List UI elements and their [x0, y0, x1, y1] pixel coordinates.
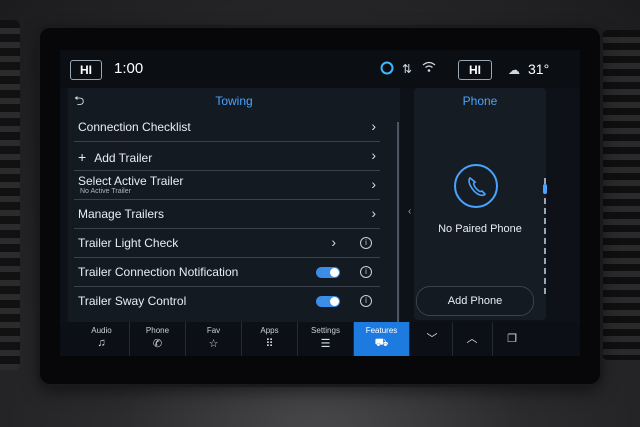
- status-bar: HI 1:00 ⇅ HI ☁ 31°: [60, 50, 580, 88]
- list-item-select-active-trailer[interactable]: Select Active Trailer No Active Trailer …: [74, 171, 380, 200]
- alexa-icon[interactable]: [380, 61, 394, 79]
- clock: 1:00: [114, 60, 144, 77]
- list-item-trailer-connection-notification: Trailer Connection Notification i: [74, 258, 380, 287]
- nav-label: Phone: [145, 326, 170, 335]
- sway-control-toggle[interactable]: [316, 296, 340, 307]
- list-item-add-trailer[interactable]: + Add Trailer ›: [74, 142, 380, 171]
- info-icon[interactable]: i: [360, 295, 372, 307]
- list-item-label: Trailer Connection Notification: [78, 265, 239, 279]
- list-item-label: Trailer Sway Control: [78, 294, 187, 308]
- info-icon[interactable]: i: [360, 237, 372, 249]
- nav-label: Audio: [91, 326, 112, 335]
- list-item-label: Manage Trailers: [78, 207, 165, 221]
- list-item-connection-checklist[interactable]: Connection Checklist ›: [74, 113, 380, 142]
- chevron-right-icon: ›: [371, 147, 376, 163]
- page-indicator: [544, 178, 546, 298]
- chevron-right-icon: ›: [371, 176, 376, 192]
- chevron-down-icon[interactable]: ﹀: [412, 322, 453, 356]
- music-note-icon: ♫: [97, 337, 106, 349]
- nav-label: Apps: [260, 326, 279, 335]
- list-item-trailer-light-check[interactable]: Trailer Light Check › i: [74, 229, 380, 258]
- chevron-right-icon: ›: [371, 118, 376, 134]
- nav-features[interactable]: Features ⛟: [354, 322, 410, 356]
- list-item-manage-trailers[interactable]: Manage Trailers ›: [74, 200, 380, 229]
- grid-icon: ⠿: [265, 338, 274, 350]
- list-item-label: Connection Checklist: [78, 120, 191, 134]
- page-indicator-active: [543, 184, 547, 194]
- phone-icon: [454, 164, 498, 208]
- nav-phone[interactable]: Phone ✆: [130, 322, 186, 356]
- nav-apps[interactable]: Apps ⠿: [242, 322, 298, 356]
- list-item-sublabel: No Active Trailer: [80, 188, 131, 195]
- chevron-right-icon: ›: [371, 205, 376, 221]
- windows-icon[interactable]: ❐: [492, 322, 532, 356]
- left-air-vent: [0, 20, 20, 370]
- list-item-label: Select Active Trailer: [78, 174, 184, 188]
- weather-cloud-icon: ☁: [508, 63, 520, 77]
- nav-label: Fav: [206, 326, 221, 335]
- chevron-up-icon[interactable]: ︿: [452, 322, 493, 356]
- towing-list: Connection Checklist › + Add Trailer › Se…: [74, 113, 380, 315]
- list-item-label: Trailer Light Check: [78, 236, 179, 250]
- collapse-panel-chevron-icon[interactable]: ‹: [408, 206, 411, 217]
- connection-notification-toggle[interactable]: [316, 267, 340, 278]
- connectivity-icon: ⇅: [402, 62, 413, 76]
- truck-icon: ⛟: [374, 337, 389, 349]
- outside-temperature: 31°: [528, 61, 550, 77]
- star-icon: ☆: [208, 338, 219, 350]
- bottom-nav: Audio ♫ Phone ✆ Fav ☆ Apps ⠿ Settings ☰ …: [60, 322, 580, 356]
- towing-title: Towing: [215, 94, 253, 108]
- list-item-trailer-sway-control: Trailer Sway Control i: [74, 287, 380, 315]
- passenger-climate-button[interactable]: HI: [458, 60, 492, 80]
- nav-label: Features: [365, 326, 398, 335]
- chevron-right-icon: ›: [331, 234, 336, 250]
- towing-panel: ⮌ Towing Connection Checklist › + Add Tra…: [68, 88, 400, 322]
- infotainment-screen: HI 1:00 ⇅ HI ☁ 31° ⮌ Towing Connection C…: [60, 50, 580, 356]
- nav-settings[interactable]: Settings ☰: [298, 322, 354, 356]
- add-phone-button[interactable]: Add Phone: [416, 286, 534, 316]
- no-paired-phone-text: No Paired Phone: [438, 223, 522, 235]
- right-air-vent: [602, 30, 640, 360]
- sliders-icon: ☰: [320, 338, 331, 350]
- phone-icon: ✆: [152, 338, 163, 350]
- wifi-icon: [422, 61, 436, 77]
- nav-audio[interactable]: Audio ♫: [74, 322, 130, 356]
- phone-title: Phone: [462, 94, 498, 108]
- list-scrollbar[interactable]: [397, 122, 399, 322]
- list-item-label: + Add Trailer: [78, 149, 153, 165]
- nav-label: Settings: [311, 326, 340, 335]
- nav-fav[interactable]: Fav ☆: [186, 322, 242, 356]
- driver-climate-button[interactable]: HI: [70, 60, 102, 80]
- phone-panel: Phone No Paired Phone Add Phone: [414, 88, 546, 320]
- info-icon[interactable]: i: [360, 266, 372, 278]
- plus-icon: +: [78, 149, 87, 165]
